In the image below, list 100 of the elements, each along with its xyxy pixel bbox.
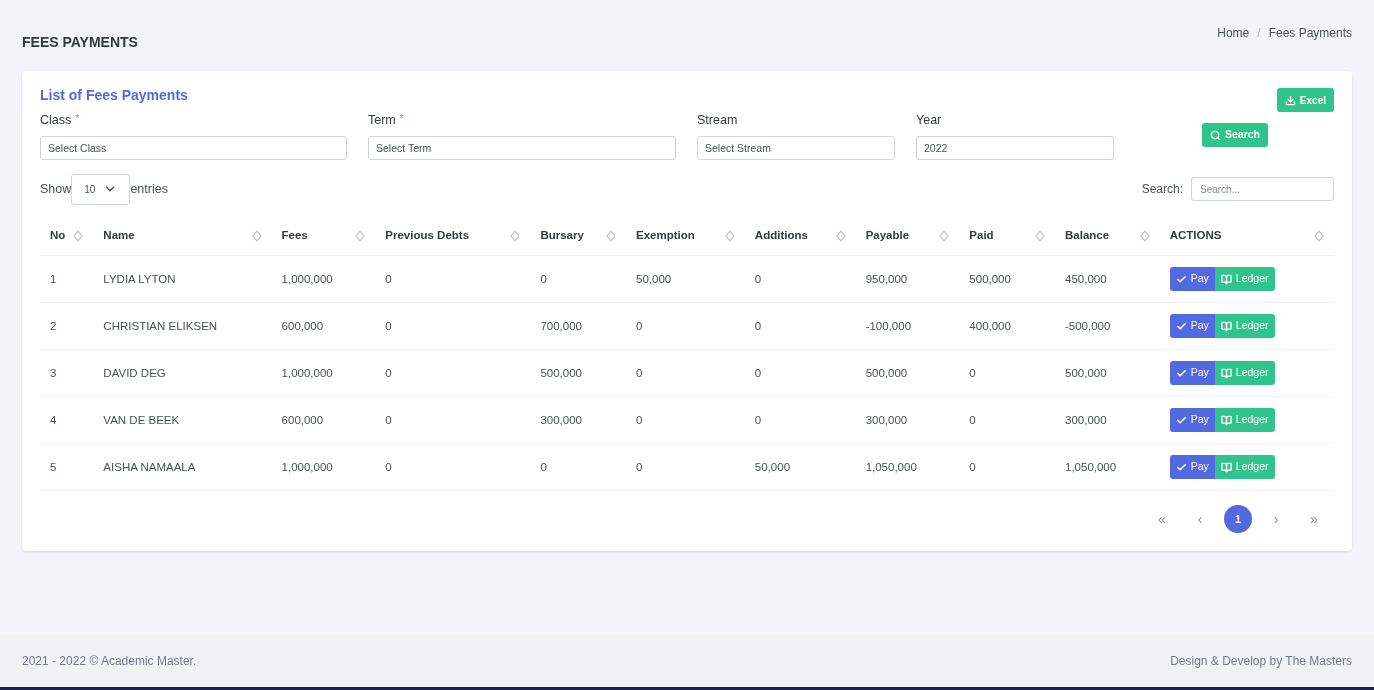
table-cell: 1,050,000 — [865, 460, 917, 473]
row-number: 4 — [50, 413, 57, 426]
field-label: Year — [916, 112, 942, 129]
breadcrumb-item[interactable]: Home — [1217, 24, 1250, 42]
field-label: Stream — [697, 112, 738, 129]
page-nav-button[interactable]: « — [1148, 505, 1176, 534]
book-icon — [1220, 461, 1232, 473]
required-mark: * — [75, 112, 80, 126]
entries-select[interactable]: 10 — [71, 173, 131, 205]
page-nav-button[interactable]: › — [1262, 505, 1290, 534]
table-cell: 600,000 — [281, 413, 324, 426]
check-icon — [1175, 320, 1187, 332]
page-nav-button[interactable]: » — [1300, 505, 1328, 534]
search-label: Search: — [1141, 181, 1183, 199]
pay-button[interactable]: Pay — [1169, 267, 1215, 292]
sort-icon — [606, 230, 617, 242]
table-cell: 0 — [636, 460, 643, 473]
required-mark: * — [399, 112, 404, 126]
table-cell: CHRISTIAN ELIKSEN — [103, 319, 218, 332]
sort-icon — [1139, 230, 1150, 242]
input-field[interactable]: 2022 — [916, 135, 1114, 160]
column-header[interactable]: Exemption — [636, 227, 695, 245]
row-number: 1 — [50, 272, 57, 285]
pay-button[interactable]: Pay — [1169, 361, 1215, 386]
sort-icon — [939, 230, 950, 242]
table-cell: 700,000 — [540, 319, 582, 332]
table-cell: 0 — [385, 366, 392, 379]
table-cell: 0 — [754, 272, 762, 285]
search-field[interactable]: Search... — [1191, 177, 1334, 202]
column-header[interactable]: No — [50, 227, 66, 245]
page-nav-button[interactable]: ‹ — [1186, 505, 1214, 534]
table-cell: 400,000 — [969, 319, 1011, 332]
pay-button[interactable]: Pay — [1169, 314, 1215, 339]
page-title: FEES PAYMENTS — [22, 33, 138, 52]
input-field[interactable]: Select Term — [368, 135, 676, 160]
table-cell: 0 — [385, 460, 392, 473]
table-cell: 0 — [540, 272, 547, 285]
table-cell: 1,000,000 — [281, 272, 333, 285]
field-label: Class — [40, 112, 72, 129]
footer-credit: Design & Develop by The Masters — [1170, 652, 1352, 670]
book-icon — [1220, 367, 1232, 379]
pay-button[interactable]: Pay — [1169, 455, 1215, 480]
table-cell: 50,000 — [636, 272, 672, 285]
table-cell: 0 — [969, 413, 976, 426]
sort-icon — [355, 230, 366, 242]
table-cell: 0 — [540, 460, 547, 473]
table-cell: DAVID DEG — [103, 366, 166, 379]
column-header[interactable]: Name — [103, 227, 135, 245]
check-icon — [1175, 414, 1187, 426]
table-cell: 300,000 — [865, 413, 908, 426]
check-icon — [1175, 273, 1187, 285]
sort-icon — [73, 230, 84, 242]
sort-icon — [1314, 230, 1324, 242]
table-cell: 0 — [385, 413, 392, 426]
table-cell: 50,000 — [754, 460, 791, 473]
table-cell: 0 — [754, 366, 762, 379]
book-icon — [1220, 273, 1232, 285]
row-number: 5 — [50, 460, 57, 473]
table-cell: LYDIA LYTON — [103, 272, 176, 285]
table-cell: -500,000 — [1065, 319, 1111, 332]
sort-icon — [251, 230, 262, 242]
table-cell: 500,000 — [1065, 366, 1107, 379]
table-cell: 1,050,000 — [1065, 460, 1117, 473]
table-cell: 300,000 — [540, 413, 582, 426]
table-cell: 500,000 — [540, 366, 582, 379]
input-field[interactable]: Select Class — [40, 135, 347, 160]
column-header[interactable]: Bursary — [540, 227, 584, 245]
table-cell: 500,000 — [969, 272, 1011, 285]
sort-icon — [835, 230, 846, 242]
input-field[interactable]: Select Stream — [697, 135, 895, 160]
table-cell: 0 — [385, 319, 392, 332]
entries-label: entries — [130, 180, 168, 198]
table-cell: 1,000,000 — [281, 366, 333, 379]
table-cell: 950,000 — [865, 272, 908, 285]
breadcrumb-separator: / — [1257, 25, 1261, 42]
column-header[interactable]: ACTIONS — [1169, 227, 1222, 245]
table-cell: 0 — [636, 366, 643, 379]
table-cell: 0 — [754, 413, 762, 426]
column-header[interactable]: Payable — [865, 227, 910, 245]
book-icon — [1220, 320, 1232, 332]
row-number: 3 — [50, 366, 57, 379]
sort-icon — [1035, 230, 1045, 242]
show-label: Show — [40, 180, 72, 198]
table-cell: 500,000 — [865, 366, 908, 379]
page-button[interactable]: 1 — [1224, 505, 1252, 534]
footer-copyright: 2021 - 2022 © Academic Master. — [22, 652, 197, 670]
column-header[interactable]: Previous Debts — [385, 227, 470, 245]
table-cell: VAN DE BEEK — [103, 413, 180, 426]
table-cell: 1,000,000 — [281, 460, 333, 473]
pay-button[interactable]: Pay — [1169, 408, 1215, 433]
column-header[interactable]: Paid — [969, 227, 994, 245]
table-cell: 0 — [385, 272, 392, 285]
table-cell: 0 — [636, 413, 643, 426]
row-number: 2 — [50, 319, 57, 332]
table-cell: 0 — [969, 460, 976, 473]
column-header[interactable]: Balance — [1065, 227, 1110, 245]
download-icon — [1284, 94, 1296, 106]
column-header[interactable]: Fees — [281, 227, 308, 245]
column-header[interactable]: Additions — [754, 227, 808, 245]
table-cell: 0 — [754, 319, 762, 332]
